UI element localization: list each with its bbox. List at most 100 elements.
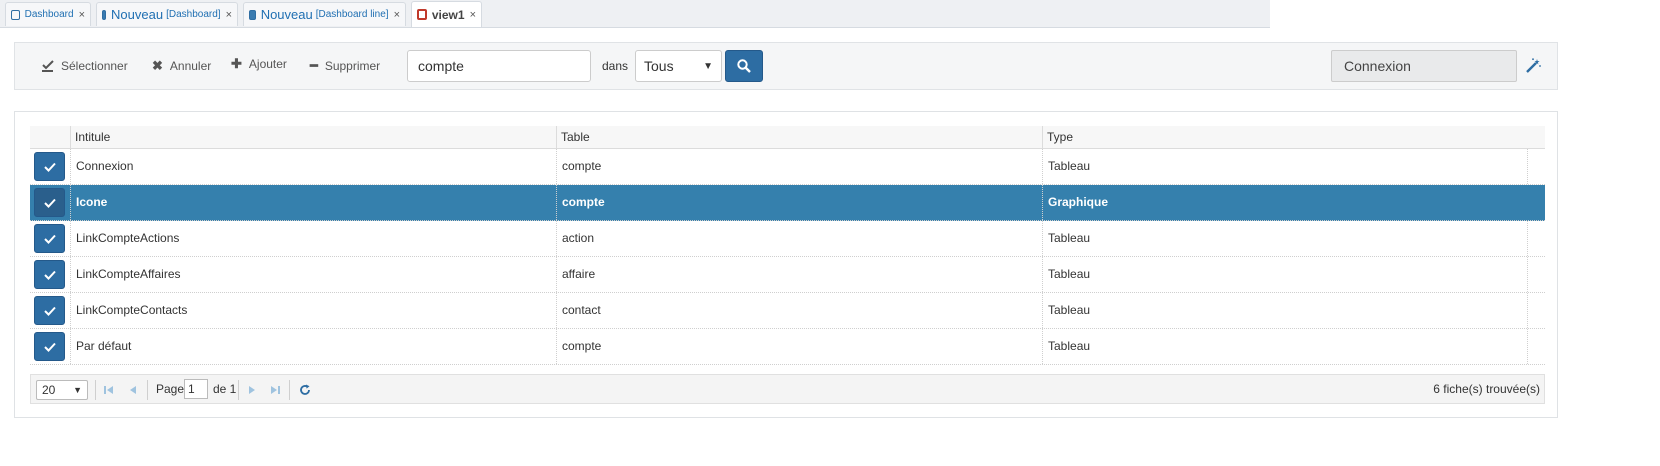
table-row[interactable]: Connexion compte Tableau xyxy=(30,149,1545,185)
column-header-type[interactable]: Type xyxy=(1042,126,1528,148)
row-check-button[interactable] xyxy=(34,188,65,217)
last-page-icon[interactable] xyxy=(268,382,282,398)
separator xyxy=(95,380,96,400)
table-row[interactable]: LinkCompteContacts contact Tableau xyxy=(30,293,1545,329)
page-total-label: de 1 xyxy=(213,382,237,396)
select-label: Sélectionner xyxy=(61,59,128,73)
search-input[interactable] xyxy=(407,50,591,82)
grid-header: Intitule Table Type xyxy=(30,126,1545,149)
tab-nouveau-dashboard-line[interactable]: Nouveau [Dashboard line] × xyxy=(243,2,406,26)
row-check-button[interactable] xyxy=(34,332,65,361)
scope-select[interactable]: Tous ▼ xyxy=(635,50,722,82)
cell-table: action xyxy=(556,221,1042,256)
row-check-button[interactable] xyxy=(34,260,65,289)
table-row[interactable]: LinkCompteAffaires affaire Tableau xyxy=(30,257,1545,293)
check-icon xyxy=(43,342,56,352)
toolbar: Sélectionner ✖ Annuler ✚ Ajouter ━ Suppr… xyxy=(14,42,1558,90)
minus-icon: ━ xyxy=(310,58,318,73)
cell-table: contact xyxy=(556,293,1042,328)
column-header-table[interactable]: Table xyxy=(556,126,1042,148)
separator xyxy=(238,380,239,400)
tab-sublabel: [Dashboard] xyxy=(166,9,221,20)
dashboard-icon xyxy=(11,9,20,20)
cancel-button[interactable]: ✖ Annuler xyxy=(152,43,211,89)
view-name-field[interactable]: Connexion xyxy=(1331,50,1517,82)
close-icon[interactable]: × xyxy=(79,9,85,21)
cell-table: compte xyxy=(556,149,1042,184)
pager: 20 ▼ Page 1 de 1 6 fiche(s) trouvée(s) xyxy=(30,374,1545,404)
check-icon xyxy=(43,198,56,208)
close-icon[interactable]: × xyxy=(470,9,476,21)
cell-type: Tableau xyxy=(1042,149,1528,184)
first-page-icon[interactable] xyxy=(102,382,116,398)
cell-type: Tableau xyxy=(1042,257,1528,292)
previous-page-icon[interactable] xyxy=(126,382,140,398)
scope-value: Tous xyxy=(644,58,674,74)
header-checkbox-column xyxy=(30,126,70,148)
cell-intitule: Par défaut xyxy=(70,329,556,364)
close-icon[interactable]: × xyxy=(226,9,232,21)
cell-type: Tableau xyxy=(1042,293,1528,328)
cell-type: Graphique xyxy=(1042,185,1528,220)
check-icon xyxy=(43,234,56,244)
page-size-value: 20 xyxy=(42,383,56,397)
chevron-down-icon: ▼ xyxy=(703,60,713,72)
plus-icon: ✚ xyxy=(231,56,242,71)
row-check-button[interactable] xyxy=(34,296,65,325)
close-icon: ✖ xyxy=(152,58,163,73)
separator xyxy=(147,380,148,400)
grid-panel: Intitule Table Type Connexion compte Tab… xyxy=(14,111,1558,418)
result-count: 6 fiche(s) trouvée(s) xyxy=(1433,382,1540,396)
tab-nouveau-dashboard[interactable]: Nouveau [Dashboard] × xyxy=(96,2,238,26)
view-icon xyxy=(417,9,427,20)
tab-dashboard[interactable]: Dashboard × xyxy=(5,2,91,26)
table-row[interactable]: LinkCompteActions action Tableau xyxy=(30,221,1545,257)
tab-sublabel: [Dashboard line] xyxy=(315,9,389,20)
close-icon[interactable]: × xyxy=(394,9,400,21)
dashboard-icon xyxy=(102,9,107,20)
cell-table: affaire xyxy=(556,257,1042,292)
check-icon xyxy=(43,162,56,172)
data-grid: Intitule Table Type Connexion compte Tab… xyxy=(30,126,1545,365)
chevron-down-icon: ▼ xyxy=(73,385,82,395)
cell-table: compte xyxy=(556,329,1042,364)
tab-label: view1 xyxy=(431,7,465,22)
dashboard-icon xyxy=(249,9,256,20)
table-row-selected[interactable]: Icone compte Graphique xyxy=(30,185,1545,221)
row-check-button[interactable] xyxy=(34,152,65,181)
cell-type: Tableau xyxy=(1042,221,1528,256)
cell-table: compte xyxy=(556,185,1042,220)
next-page-icon[interactable] xyxy=(245,382,259,398)
check-icon xyxy=(43,270,56,280)
add-button[interactable]: ✚ Ajouter xyxy=(231,41,287,87)
cell-intitule: LinkCompteAffaires xyxy=(70,257,556,292)
tab-label: Dashboard xyxy=(24,9,74,20)
magic-wand-icon[interactable] xyxy=(1523,55,1543,77)
page-number-input[interactable]: 1 xyxy=(184,379,208,399)
cell-intitule: Icone xyxy=(70,185,556,220)
cell-intitule: LinkCompteContacts xyxy=(70,293,556,328)
tab-label: Nouveau xyxy=(111,7,164,22)
separator xyxy=(289,380,290,400)
tab-view1[interactable]: view1 × xyxy=(411,1,482,27)
delete-label: Supprimer xyxy=(324,59,381,73)
column-header-intitule[interactable]: Intitule xyxy=(70,126,556,148)
table-row[interactable]: Par défaut compte Tableau xyxy=(30,329,1545,365)
in-label: dans xyxy=(602,59,629,73)
tab-label: Nouveau xyxy=(260,7,313,22)
search-icon xyxy=(737,59,751,73)
refresh-icon[interactable] xyxy=(298,382,312,398)
add-label: Ajouter xyxy=(248,57,287,71)
search-button[interactable] xyxy=(725,50,763,82)
row-check-button[interactable] xyxy=(34,224,65,253)
page-label: Page xyxy=(156,382,185,396)
cell-intitule: LinkCompteActions xyxy=(70,221,556,256)
page-size-select[interactable]: 20 ▼ xyxy=(36,380,88,400)
select-button[interactable]: Sélectionner xyxy=(42,43,128,89)
check-select-icon xyxy=(42,60,54,72)
cell-intitule: Connexion xyxy=(70,149,556,184)
cancel-label: Annuler xyxy=(169,59,212,73)
check-icon xyxy=(43,306,56,316)
delete-button[interactable]: ━ Supprimer xyxy=(310,43,380,89)
cell-type: Tableau xyxy=(1042,329,1528,364)
